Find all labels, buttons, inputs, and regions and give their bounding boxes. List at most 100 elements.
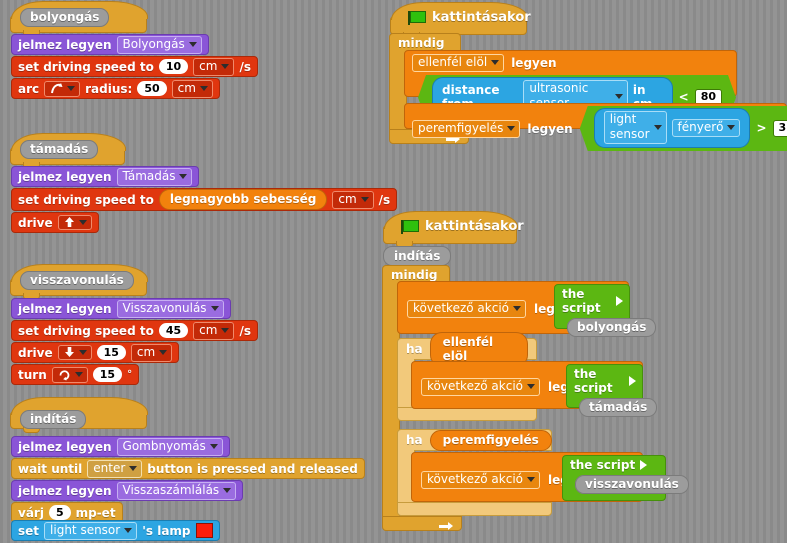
block-label: wait until	[18, 461, 83, 476]
block-set-driving-speed-1[interactable]: set driving speed to 10 cm /s	[11, 56, 258, 77]
dropdown-value: cm	[136, 344, 156, 359]
dropdown-value: ellenfél elöl	[418, 55, 488, 69]
hat-label-bolyongas: bolyongás	[20, 8, 110, 27]
dropdown-costume-4[interactable]: Gombnyomás	[116, 437, 223, 456]
reporter-light-sensor[interactable]: light sensor fényerő	[594, 108, 751, 148]
if-label-1: ha	[406, 342, 423, 356]
speed-input-1[interactable]: 10	[158, 59, 189, 74]
block-set-driving-speed-3[interactable]: set driving speed to 45 cm /s	[11, 320, 258, 341]
block-set-driving-speed-2[interactable]: set driving speed to legnagyobb sebesség…	[11, 188, 398, 211]
dropdown-unit-3[interactable]: cm	[332, 190, 374, 209]
chevron-down-icon	[221, 327, 230, 333]
custom-block-ref-bolyongas[interactable]: bolyongás	[567, 318, 657, 337]
arc-glyph	[51, 82, 63, 93]
block-jelmez-legyen-1[interactable]: jelmez legyen Bolyongás	[11, 34, 209, 55]
hat-label-visszavonulas: visszavonulás	[20, 271, 134, 290]
block-label: set	[18, 523, 40, 538]
dropdown-value: light sensor	[50, 522, 121, 537]
chevron-down-icon	[129, 465, 138, 471]
block-label: arc	[18, 81, 40, 96]
operator-greater-than[interactable]: light sensor fényerő > 35	[580, 106, 787, 151]
hat-text: kattintásakor	[432, 10, 531, 25]
custom-block-ref-visszavonulas[interactable]: visszavonulás	[575, 475, 689, 494]
arrow-right-icon[interactable]	[640, 460, 648, 470]
operator-symbol: >	[756, 121, 767, 135]
arrow-up-icon[interactable]	[57, 215, 92, 230]
turn-cw-glyph	[59, 369, 70, 380]
reporter-the-script-1[interactable]: the script bolyongás	[554, 284, 657, 337]
lamp-color-swatch[interactable]	[195, 523, 213, 538]
block-set-variable-peremfigyeles[interactable]: peremfigyelés legyen light sensor fényer…	[404, 103, 787, 129]
dropdown-value: cm	[199, 58, 218, 73]
block-drive-1[interactable]: drive	[11, 212, 99, 233]
arrow-right-icon[interactable]	[616, 296, 623, 306]
dropdown-unit-4[interactable]: cm	[193, 321, 235, 340]
block-label: set driving speed to	[18, 192, 154, 207]
chevron-down-icon	[615, 94, 623, 99]
dropdown-light-sensor-2[interactable]: light sensor	[604, 111, 667, 144]
dropdown-unit-5[interactable]: cm	[130, 343, 173, 362]
dropdown-variable-ellenfel[interactable]: ellenfél elöl	[412, 54, 505, 72]
reporter-the-script-3[interactable]: the script visszavonulás	[562, 455, 689, 501]
dropdown-unit-1[interactable]: cm	[193, 57, 235, 76]
dropdown-value: cm	[177, 80, 196, 95]
block-label: jelmez legyen	[18, 439, 112, 454]
dropdown-value: cm	[199, 322, 218, 337]
speed-input-3[interactable]: 45	[158, 323, 189, 338]
block-turn-1[interactable]: turn 15 °	[11, 364, 140, 385]
arrow-right-icon[interactable]	[629, 376, 636, 386]
boolean-reporter-peremfigyeles[interactable]: peremfigyelés	[429, 429, 552, 451]
dropdown-variable-next-action-2[interactable]: következő akció	[421, 378, 540, 396]
dropdown-variable-peremfigyeles[interactable]: peremfigyelés	[412, 119, 521, 138]
chevron-down-icon	[221, 63, 230, 69]
dropdown-variable-next-action-1[interactable]: következő akció	[407, 300, 526, 318]
block-jelmez-legyen-2[interactable]: jelmez legyen Támadás	[11, 166, 200, 187]
block-label: jelmez legyen	[18, 483, 112, 498]
turn-cw-icon[interactable]	[51, 366, 88, 383]
arrow-down-icon[interactable]	[57, 345, 92, 360]
block-jelmez-legyen-4[interactable]: jelmez legyen Gombnyomás	[11, 436, 230, 457]
chevron-down-icon	[360, 196, 369, 202]
block-wait-until[interactable]: wait until enter button is pressed and r…	[11, 458, 365, 479]
dropdown-fenyero[interactable]: fényerő	[672, 119, 741, 137]
chevron-down-icon	[727, 125, 735, 130]
block-arc-1[interactable]: arc radius: 50 cm	[11, 78, 220, 99]
dropdown-costume-5[interactable]: Visszaszámlálás	[116, 481, 237, 500]
dropdown-costume-3[interactable]: Visszavonulás	[116, 299, 224, 318]
threshold-input-35[interactable]: 35	[773, 120, 787, 137]
chevron-down-icon	[67, 85, 76, 91]
dropdown-light-sensor-1[interactable]: light sensor	[44, 521, 138, 540]
turn-degrees-input[interactable]: 15	[92, 367, 123, 382]
custom-block-ref-tamadas[interactable]: támadás	[579, 398, 658, 417]
block-jelmez-legyen-5[interactable]: jelmez legyen Visszaszámlálás	[11, 480, 244, 501]
if-header-2: ha peremfigyelés	[397, 429, 552, 451]
dropdown-value: enter	[93, 460, 126, 475]
loop-arrow-icon	[439, 520, 453, 530]
variable-reporter-legnagyobb-sebesseg[interactable]: legnagyobb sebesség	[158, 189, 328, 210]
block-jelmez-legyen-3[interactable]: jelmez legyen Visszavonulás	[11, 298, 231, 319]
hat-label-green-flag-2: kattintásakor	[401, 219, 524, 234]
block-call-inditas[interactable]: indítás	[383, 246, 452, 266]
block-label: set driving speed to	[18, 59, 154, 74]
block-label: set driving speed to	[18, 323, 154, 338]
the-script-label: the script	[574, 367, 613, 395]
dropdown-costume-1[interactable]: Bolyongás	[116, 35, 202, 54]
wait-seconds-input[interactable]: 5	[48, 505, 71, 520]
unit-suffix-3: /s	[239, 323, 251, 338]
block-label-2: 's lamp	[142, 523, 191, 538]
block-set-lamp[interactable]: set light sensor 's lamp	[11, 520, 220, 541]
dropdown-button-key[interactable]: enter	[87, 459, 143, 478]
radius-input-1[interactable]: 50	[137, 81, 167, 96]
chevron-down-icon	[78, 219, 87, 225]
block-label: jelmez legyen	[18, 169, 112, 184]
if-header-1: ha ellenfél elöl	[397, 331, 537, 367]
dropdown-costume-2[interactable]: Támadás	[116, 167, 193, 186]
drive-distance-input[interactable]: 15	[96, 345, 126, 360]
reporter-the-script-2[interactable]: the script támadás	[566, 364, 658, 417]
scripts-canvas[interactable]: bolyongás jelmez legyen Bolyongás set dr…	[0, 0, 787, 543]
arc-right-icon[interactable]	[44, 80, 81, 97]
block-drive-2[interactable]: drive 15 cm	[11, 342, 180, 363]
block-set-variable-ellenfel[interactable]: ellenfél elöl legyen distance from ultra…	[404, 50, 737, 97]
dropdown-variable-next-action-3[interactable]: következő akció	[421, 471, 540, 489]
dropdown-unit-2[interactable]: cm	[171, 79, 213, 98]
